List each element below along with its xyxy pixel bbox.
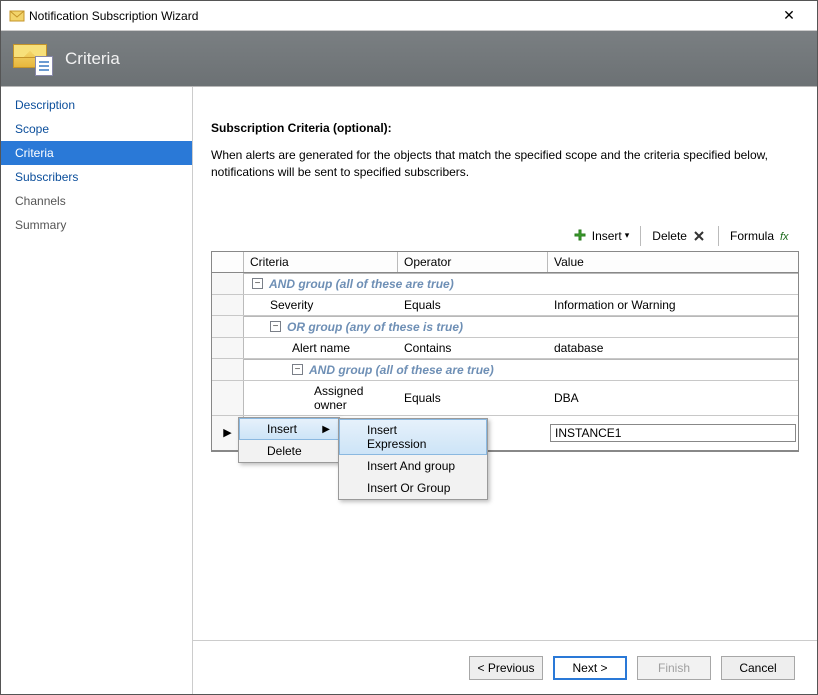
nav-summary[interactable]: Summary xyxy=(1,213,192,237)
finish-button: Finish xyxy=(637,656,711,680)
context-menu: Insert ▶ Insert Expression Insert And gr… xyxy=(238,417,340,463)
banner: Criteria xyxy=(1,31,817,86)
chevron-down-icon: ▾ xyxy=(625,230,630,241)
row-selector[interactable] xyxy=(212,273,244,294)
ctx-insert[interactable]: Insert ▶ Insert Expression Insert And gr… xyxy=(239,418,339,440)
table-row[interactable]: Severity Equals Information or Warning xyxy=(212,295,798,316)
plus-icon xyxy=(572,228,588,244)
ctx-delete[interactable]: Delete xyxy=(239,440,339,462)
cell-value[interactable] xyxy=(548,416,798,450)
insert-button[interactable]: Insert ▾ xyxy=(567,225,635,247)
ctx-delete-label: Delete xyxy=(267,444,302,458)
row-selector-header xyxy=(212,252,244,272)
row-selector[interactable] xyxy=(212,359,244,380)
formula-label: Formula xyxy=(730,229,774,243)
formula-icon: fx xyxy=(778,228,794,244)
current-row-icon: ▶ xyxy=(223,426,231,439)
ctx-insert-expression[interactable]: Insert Expression xyxy=(339,419,487,455)
cell-operator[interactable]: Equals xyxy=(398,295,548,315)
cell-value[interactable]: Information or Warning xyxy=(548,295,798,315)
separator xyxy=(640,226,641,246)
cell-operator[interactable]: Equals xyxy=(398,381,548,415)
group-label: OR group (any of these is true) xyxy=(287,320,463,334)
group-row[interactable]: − OR group (any of these is true) xyxy=(212,316,798,338)
close-icon[interactable]: ✕ xyxy=(769,7,809,24)
titlebar: Notification Subscription Wizard ✕ xyxy=(1,1,817,31)
value-input[interactable] xyxy=(550,424,796,442)
nav-channels[interactable]: Channels xyxy=(1,189,192,213)
main-panel: Subscription Criteria (optional): When a… xyxy=(193,87,817,694)
col-operator[interactable]: Operator xyxy=(398,252,548,272)
nav-description[interactable]: Description xyxy=(1,93,192,117)
wizard-window: Notification Subscription Wizard ✕ Crite… xyxy=(0,0,818,695)
separator xyxy=(718,226,719,246)
section-heading: Subscription Criteria (optional): xyxy=(211,121,799,135)
group-row[interactable]: − AND group (all of these are true) xyxy=(212,273,798,295)
previous-button[interactable]: < Previous xyxy=(469,656,543,680)
cell-operator[interactable]: Contains xyxy=(398,338,548,358)
ctx-insert-and-group[interactable]: Insert And group xyxy=(339,455,487,477)
delete-button[interactable]: Delete xyxy=(647,225,712,247)
delete-label: Delete xyxy=(652,229,687,243)
row-selector[interactable] xyxy=(212,381,244,415)
svg-text:fx: fx xyxy=(780,231,789,243)
row-selector[interactable] xyxy=(212,295,244,315)
col-value[interactable]: Value xyxy=(548,252,798,272)
delete-icon xyxy=(691,228,707,244)
ctx-insert-and-group-label: Insert And group xyxy=(367,459,455,473)
ctx-insert-or-group[interactable]: Insert Or Group xyxy=(339,477,487,499)
submenu-arrow-icon: ▶ xyxy=(322,424,330,435)
table-row[interactable]: Alert name Contains database xyxy=(212,338,798,359)
group-label: AND group (all of these are true) xyxy=(269,277,454,291)
wizard-footer: < Previous Next > Finish Cancel xyxy=(193,640,817,694)
cancel-button[interactable]: Cancel xyxy=(721,656,795,680)
collapse-icon[interactable]: − xyxy=(270,321,281,332)
ctx-insert-label: Insert xyxy=(267,422,297,436)
table-row[interactable]: Assigned owner Equals DBA xyxy=(212,381,798,416)
sidebar: Description Scope Criteria Subscribers C… xyxy=(1,87,193,694)
app-icon xyxy=(9,8,25,24)
row-selector[interactable] xyxy=(212,316,244,337)
cell-criteria[interactable]: Alert name xyxy=(244,338,398,358)
nav-subscribers[interactable]: Subscribers xyxy=(1,165,192,189)
row-selector[interactable] xyxy=(212,338,244,358)
next-button[interactable]: Next > xyxy=(553,656,627,680)
insert-label: Insert xyxy=(592,229,622,243)
body: Description Scope Criteria Subscribers C… xyxy=(1,86,817,694)
grid-toolbar: Insert ▾ Delete Formula fx xyxy=(211,225,799,247)
ctx-insert-or-group-label: Insert Or Group xyxy=(367,481,450,495)
group-row[interactable]: − AND group (all of these are true) xyxy=(212,359,798,381)
insert-submenu: Insert Expression Insert And group Inser… xyxy=(338,418,488,500)
banner-title: Criteria xyxy=(65,49,120,69)
formula-button[interactable]: Formula fx xyxy=(725,225,799,247)
window-title: Notification Subscription Wizard xyxy=(25,9,769,23)
collapse-icon[interactable]: − xyxy=(252,278,263,289)
group-label: AND group (all of these are true) xyxy=(309,363,494,377)
grid-header: Criteria Operator Value xyxy=(212,252,798,273)
col-criteria[interactable]: Criteria xyxy=(244,252,398,272)
collapse-icon[interactable]: − xyxy=(292,364,303,375)
nav-criteria[interactable]: Criteria xyxy=(1,141,192,165)
cell-criteria[interactable]: Severity xyxy=(244,295,398,315)
nav-scope[interactable]: Scope xyxy=(1,117,192,141)
banner-icon xyxy=(13,44,51,74)
cell-value[interactable]: database xyxy=(548,338,798,358)
cell-criteria[interactable]: Assigned owner xyxy=(244,381,398,415)
ctx-insert-expression-label: Insert Expression xyxy=(367,423,457,451)
cell-value[interactable]: DBA xyxy=(548,381,798,415)
section-description: When alerts are generated for the object… xyxy=(211,147,771,181)
